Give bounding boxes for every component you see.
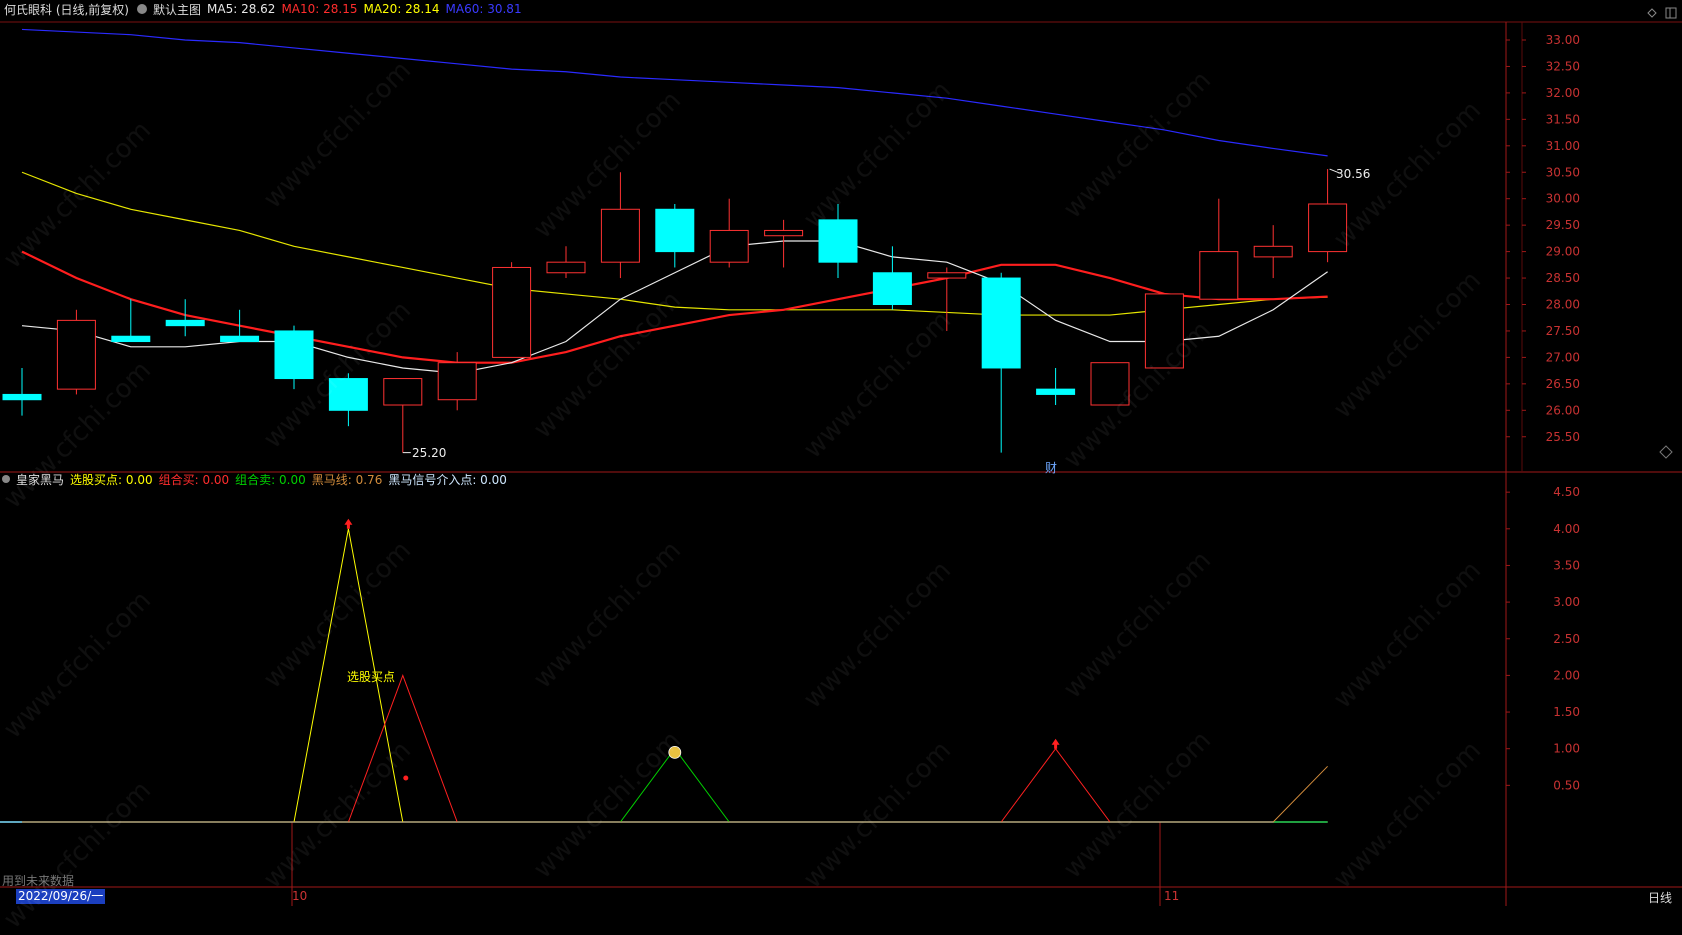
orange-indicator-line <box>22 765 1328 823</box>
candle-body <box>709 229 749 263</box>
candle-body <box>56 319 96 390</box>
finance-marker[interactable]: 财 <box>1045 459 1057 476</box>
month-label-10: 10 <box>292 889 308 903</box>
future-data-note: 用到未来数据 <box>2 874 75 888</box>
candle-body <box>220 335 260 343</box>
price-tick-label: 28.50 <box>1546 271 1580 285</box>
window-controls <box>1622 0 1682 22</box>
indicator-tick-label: 2.50 <box>1553 632 1580 646</box>
candle-body <box>1090 362 1130 406</box>
indicator-tick-label: 4.50 <box>1553 485 1580 499</box>
price-tick-label: 29.00 <box>1546 245 1580 259</box>
indicator-legend-item: 选股买点: 0.00 <box>70 472 153 487</box>
price-tick-label: 31.00 <box>1546 139 1580 153</box>
price-tick-label: 27.50 <box>1546 324 1580 338</box>
ma60-line <box>21 28 1328 157</box>
price-tick-label: 29.50 <box>1546 218 1580 232</box>
indicator-tick-label: 3.00 <box>1553 595 1580 609</box>
buy-arrow-icon <box>344 518 353 529</box>
indicator-dot-icon[interactable] <box>2 475 10 483</box>
candle-body <box>328 378 368 411</box>
template-name[interactable]: 默认主图 <box>153 1 201 18</box>
indicator-tick-label: 0.50 <box>1553 778 1580 792</box>
indicator-header: 皇家黑马 选股买点: 0.00 组合买: 0.00 组合卖: 0.00 黑马线: 0.… <box>0 470 519 488</box>
indicator-tick-label: 1.50 <box>1553 705 1580 719</box>
ma-legend-item: MA60: 30.81 <box>445 2 522 16</box>
money-bag-icon <box>668 745 682 759</box>
price-tick-label: 26.50 <box>1546 377 1580 391</box>
red-dot-icon <box>403 775 409 781</box>
indicator-tick-label: 4.00 <box>1553 522 1580 536</box>
price-tick-label: 32.00 <box>1546 86 1580 100</box>
candle-body <box>1144 293 1184 369</box>
candle-body <box>111 335 151 343</box>
price-tick-label: 31.50 <box>1546 112 1580 126</box>
indicator-legend-item: 黑马线: 0.76 <box>311 472 383 487</box>
main-chart-header: 何氏眼科 (日线,前复权) 默认主图 MA5: 28.62 MA10: 28.15… <box>0 0 534 18</box>
signal-text: 选股买点 <box>347 670 396 684</box>
month-label-11: 11 <box>1164 889 1180 903</box>
indicator-name[interactable]: 皇家黑马 <box>16 471 64 488</box>
indicator-tick-label: 3.50 <box>1553 558 1580 572</box>
price-tick-label: 33.00 <box>1546 33 1580 47</box>
price-tick-label: 30.50 <box>1546 165 1580 179</box>
scroll-diamond-icon <box>1659 445 1673 459</box>
candle-body <box>1308 203 1348 253</box>
candle-body <box>981 277 1021 369</box>
candle-body <box>927 272 967 279</box>
candle-body <box>600 208 640 263</box>
ma-legend-item: MA5: 28.62 <box>207 2 276 16</box>
candle-body <box>2 393 42 401</box>
ma-legend: MA5: 28.62 MA10: 28.15 MA20: 28.14 MA60: 30… <box>207 2 528 16</box>
date-label: 2022/09/26/一 <box>16 889 106 904</box>
candle-body <box>165 319 205 327</box>
stock-chart-screen: 33.00 32.50 32.00 31.50 31.00 30.50 30.00 29.50… <box>0 0 1682 935</box>
price-tick-label: 27.00 <box>1546 350 1580 364</box>
price-tick-label: 32.50 <box>1546 59 1580 73</box>
candle-body <box>1253 245 1293 258</box>
indicator-legend-item: 黑马信号介入点: 0.00 <box>388 472 507 487</box>
period-label[interactable]: 日线 <box>1648 889 1672 906</box>
ma-legend-item: MA20: 28.14 <box>363 2 440 16</box>
candle-body <box>1199 251 1239 300</box>
indicator-tick-label: 1.00 <box>1553 742 1580 756</box>
chart-canvas[interactable]: 33.00 32.50 32.00 31.50 31.00 30.50 30.00 29.50… <box>0 0 1682 906</box>
buy-arrow-icon <box>1051 738 1060 749</box>
high-price-label: 30.56 <box>1336 167 1371 181</box>
stock-name[interactable]: 何氏眼科 (日线,前复权) <box>4 1 129 18</box>
candle-body <box>1036 388 1076 395</box>
ma-legend-item: MA10: 28.15 <box>281 2 358 16</box>
candle-body <box>492 266 532 358</box>
price-tick-label: 28.00 <box>1546 298 1580 312</box>
indicator-legend-item: 组合卖: 0.00 <box>235 472 306 487</box>
candle-body <box>383 378 423 406</box>
candle-body <box>437 362 477 401</box>
template-dot-icon[interactable] <box>137 4 147 14</box>
indicator-legend: 选股买点: 0.00 组合买: 0.00 组合卖: 0.00 黑马线: 0.76 黑马信… <box>70 471 513 488</box>
candle-body <box>655 208 695 253</box>
indicator-legend-item: 组合买: 0.00 <box>158 472 230 487</box>
candle-body <box>872 272 912 306</box>
price-tick-label: 30.00 <box>1546 192 1580 206</box>
candle-body <box>546 261 586 274</box>
low-price-label: 25.20 <box>412 446 447 460</box>
candle-body <box>764 229 804 237</box>
yellow-indicator-line <box>22 528 1328 823</box>
indicator-tick-label: 2.00 <box>1553 668 1580 682</box>
price-tick-label: 26.00 <box>1546 403 1580 417</box>
price-tick-label: 25.50 <box>1546 430 1580 444</box>
candle-body <box>818 219 858 263</box>
candle-body <box>274 330 314 380</box>
green-indicator-line <box>22 747 1328 823</box>
